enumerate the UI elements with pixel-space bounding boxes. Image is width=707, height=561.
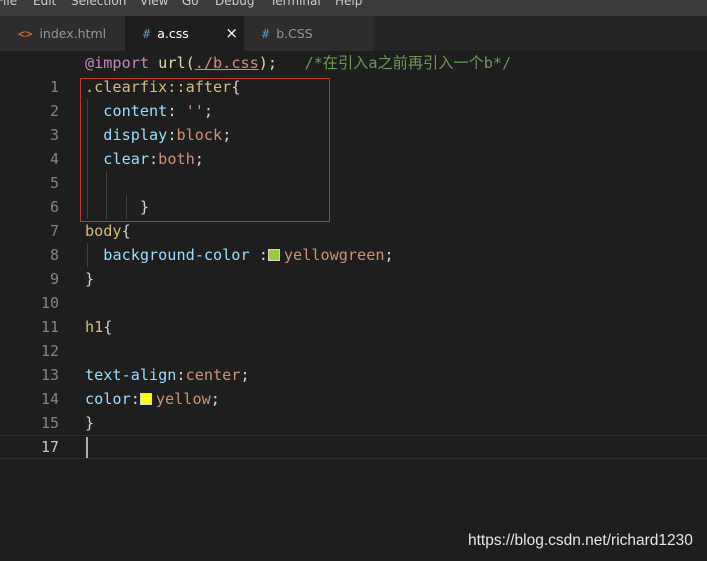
code-line[interactable]: 8 body{ — [0, 219, 707, 264]
watermark-text: https://blog.csdn.net/richard1230 — [468, 532, 693, 549]
menu-help[interactable]: Help — [335, 0, 362, 8]
css-value: yellow — [155, 390, 211, 408]
at-rule-keyword: @import — [85, 54, 150, 72]
css-file-icon: # — [262, 27, 270, 41]
import-url-link[interactable]: ./b.css — [195, 54, 259, 72]
colon: : — [176, 366, 186, 384]
code-line[interactable]: 14 text-align:center; — [0, 363, 707, 408]
function-close: ); — [258, 54, 278, 72]
css-value: center — [185, 366, 241, 384]
tab-index-html[interactable]: <> index.html — [0, 16, 125, 51]
menu-go[interactable]: Go — [182, 0, 199, 8]
open-brace: { — [103, 318, 113, 336]
text-cursor — [86, 437, 88, 458]
code-line-current[interactable]: 17 — [0, 435, 707, 459]
tab-bar: <> index.html # a.css × # b.CSS — [0, 16, 707, 51]
code-comment: /*在引入a之前再引入一个b*/ — [304, 54, 512, 72]
semicolon: ; — [384, 246, 394, 264]
code-line[interactable]: 13 — [0, 339, 707, 384]
css-value: yellowgreen — [283, 246, 385, 264]
code-line[interactable]: 16 } — [0, 411, 707, 456]
close-icon[interactable]: × — [225, 16, 238, 51]
semicolon: ; — [210, 390, 220, 408]
tab-label: a.css — [157, 26, 189, 41]
tab-a-css[interactable]: # a.css × — [125, 16, 248, 51]
css-selector: body — [85, 222, 122, 240]
open-brace: { — [121, 222, 131, 240]
code-line[interactable]: 10 } — [0, 267, 707, 312]
html-file-icon: <> — [18, 27, 33, 41]
color-swatch[interactable] — [267, 249, 280, 261]
close-brace: } — [85, 414, 95, 432]
menu-file[interactable]: File — [0, 0, 17, 8]
menu-terminal[interactable]: Terminal — [270, 0, 321, 8]
menu-view[interactable]: View — [140, 0, 168, 8]
menu-selection[interactable]: Selection — [71, 0, 126, 8]
color-swatch[interactable] — [139, 393, 152, 405]
css-property: color — [85, 390, 131, 408]
css-property: text-align — [85, 366, 177, 384]
code-line[interactable]: 9 background-color : yellowgreen; — [0, 243, 707, 288]
css-property: background-color — [103, 246, 250, 264]
tab-label: index.html — [39, 26, 107, 41]
code-line[interactable]: 11 — [0, 291, 707, 336]
menu-edit[interactable]: Edit — [33, 0, 56, 8]
code-line[interactable]: 12 h1{ — [0, 315, 707, 360]
code-line[interactable]: 15 color: yellow; — [0, 387, 707, 432]
colon: : — [130, 390, 140, 408]
css-selector: h1 — [85, 318, 104, 336]
semicolon: ; — [240, 366, 250, 384]
url-function: url( — [158, 54, 195, 72]
colon: : — [249, 246, 268, 264]
menu-debug[interactable]: Debug — [215, 0, 254, 8]
close-brace: } — [85, 270, 95, 288]
line-number: 17 — [40, 438, 59, 456]
code-line[interactable]: 1 @import url(./b.css); /*在引入a之前再引入一个b*/ — [0, 51, 707, 96]
tab-b-css[interactable]: # b.CSS — [244, 16, 374, 51]
menu-bar: File Edit Selection View Go Debug Termin… — [0, 0, 707, 16]
annotation-highlight-box — [80, 78, 330, 222]
css-file-icon: # — [143, 27, 151, 41]
tab-label: b.CSS — [276, 26, 313, 41]
